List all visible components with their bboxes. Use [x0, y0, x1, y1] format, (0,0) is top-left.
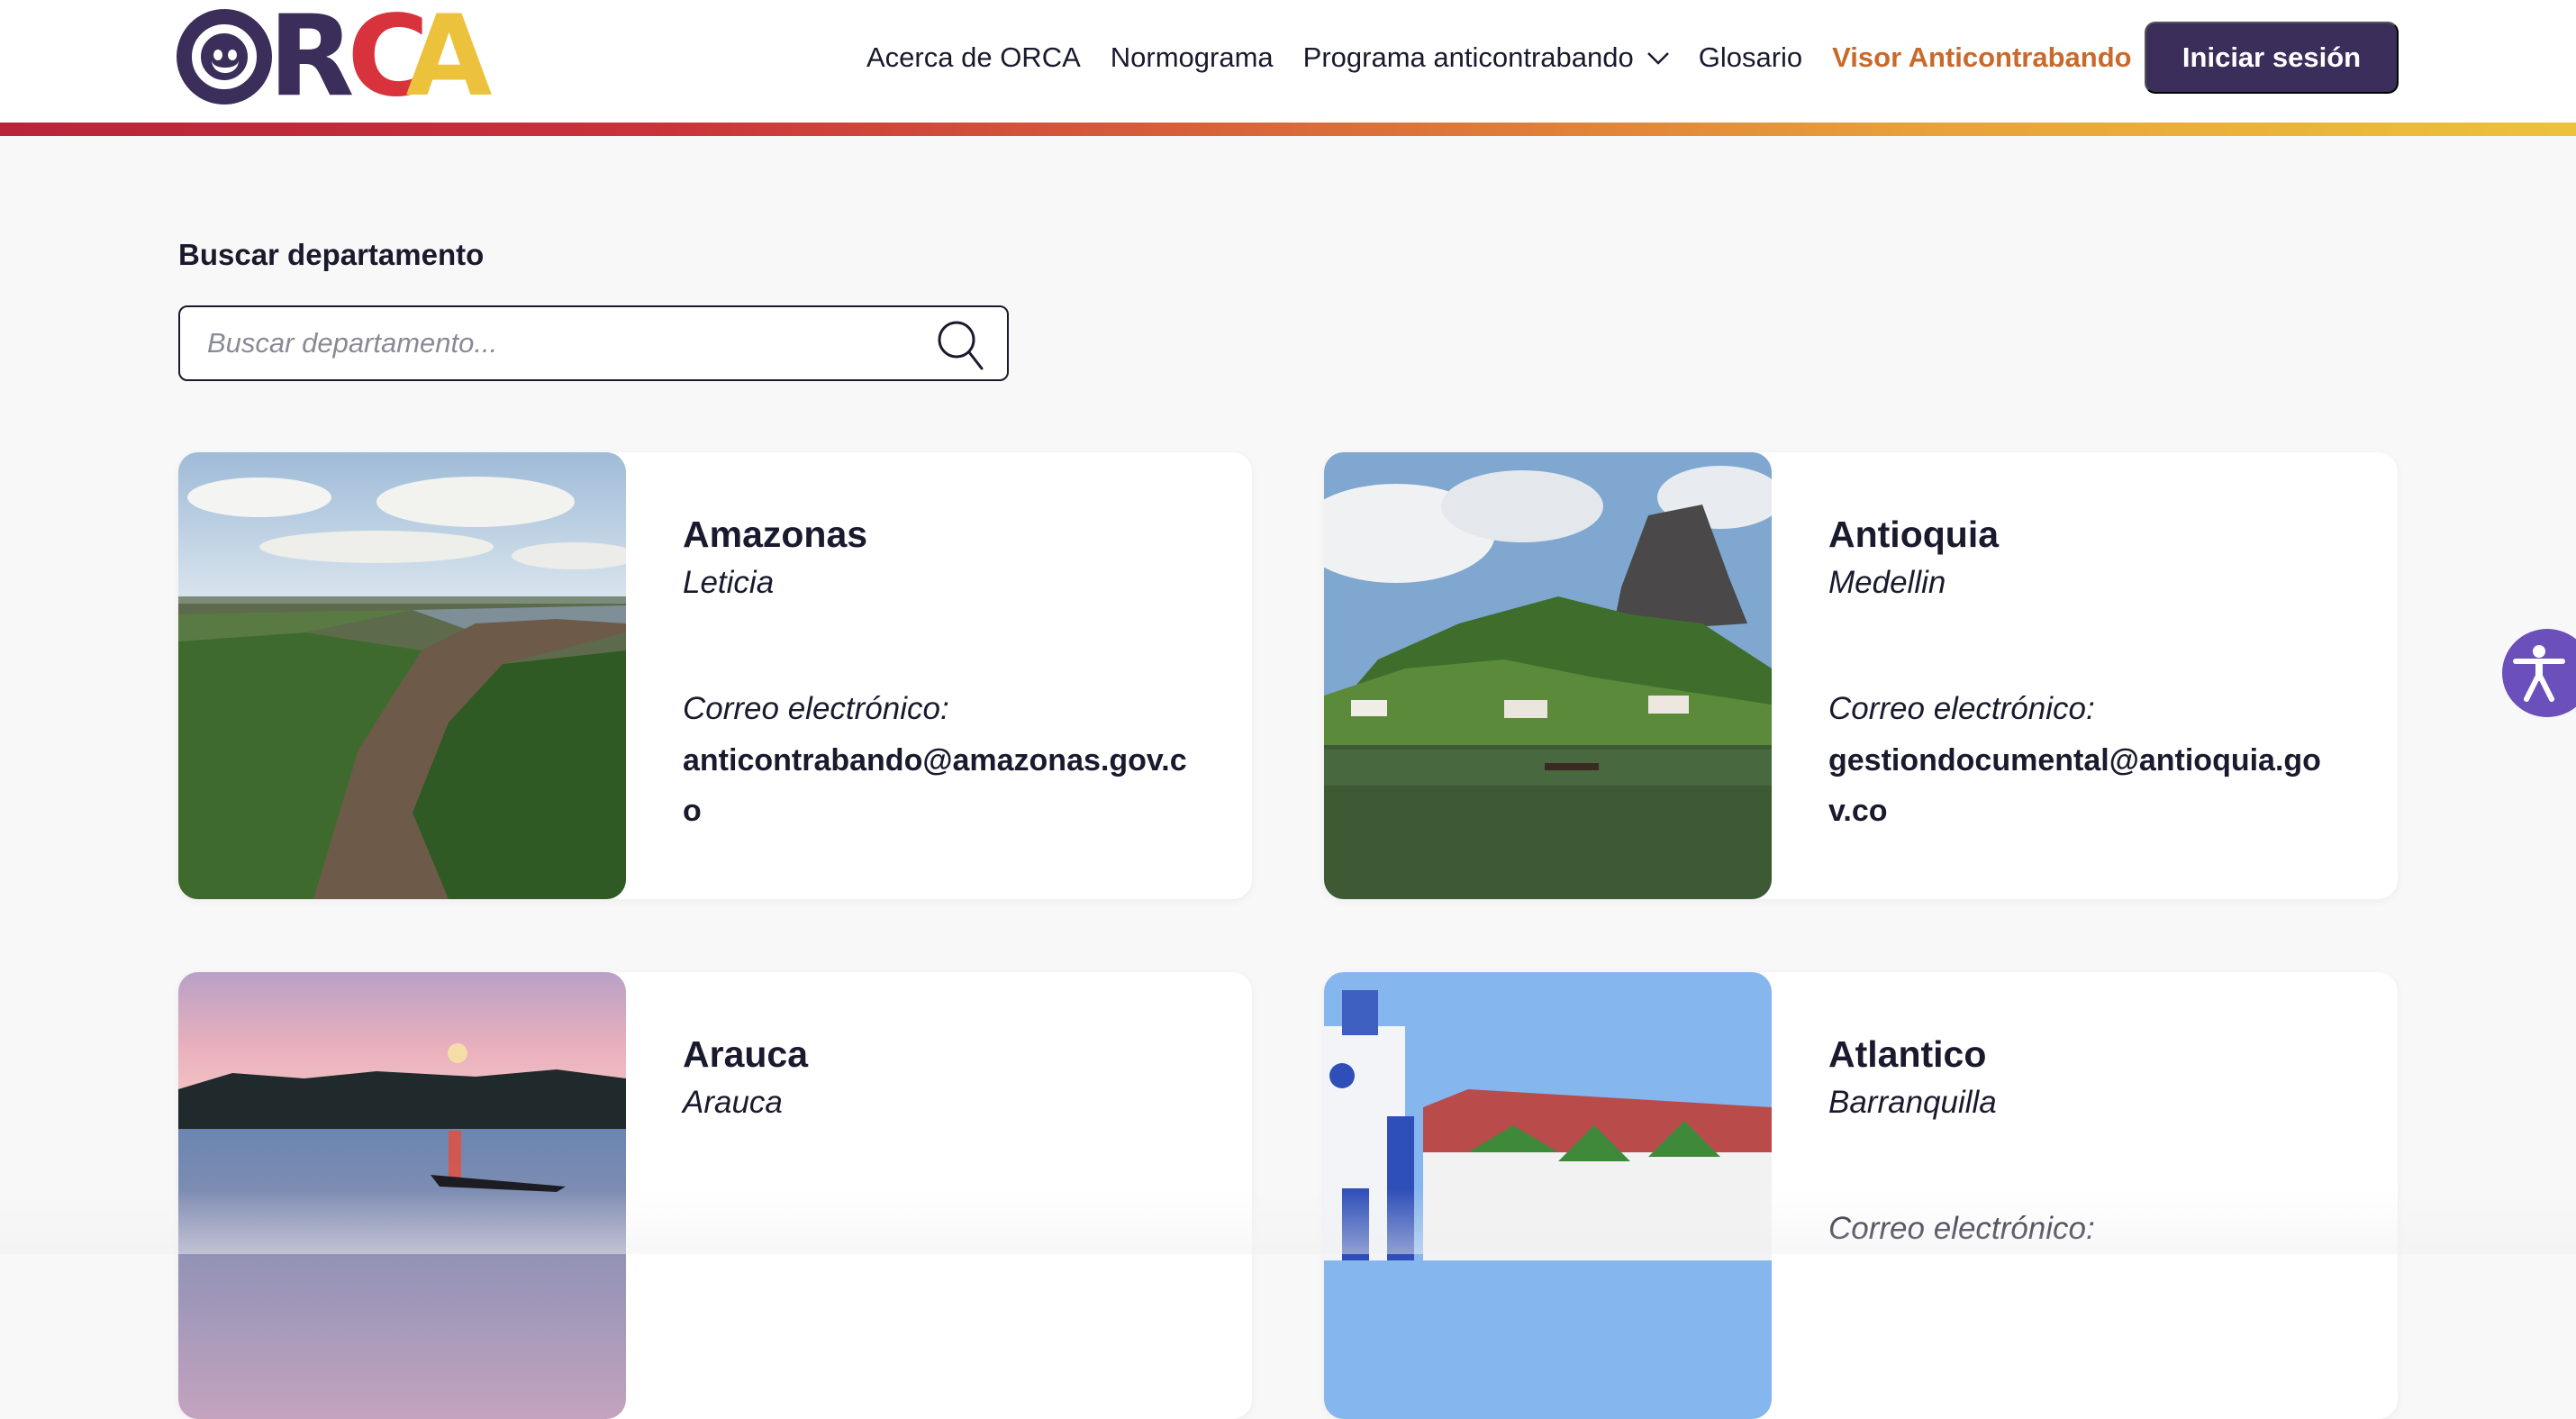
- department-email[interactable]: gestiondocumental@antioquia.gov.co: [1828, 735, 2342, 836]
- department-image: [1324, 972, 1772, 1419]
- nav-visor-anticontrabando[interactable]: Visor Anticontrabando: [1832, 41, 2167, 74]
- department-info: Antioquia Medellin Correo electrónico: g…: [1828, 512, 2360, 836]
- email-label: Correo electrónico:: [683, 691, 949, 726]
- site-header: RCA Acerca de ORCA Normograma Programa a…: [0, 0, 2576, 124]
- department-name: Arauca: [683, 1033, 809, 1075]
- accessibility-icon: [2513, 645, 2565, 702]
- department-card-amazonas[interactable]: Amazonas Leticia Correo electrónico: ant…: [178, 452, 1252, 899]
- orca-logo[interactable]: RCA: [177, 0, 519, 122]
- chevron-down-icon: [1646, 52, 1669, 65]
- department-capital: Barranquilla: [1828, 1085, 1997, 1120]
- department-info: Arauca Arauca: [683, 1032, 1214, 1125]
- nav-normograma[interactable]: Normograma: [1111, 41, 1274, 74]
- nav-programa-anticontrabando[interactable]: Programa anticontrabando: [1303, 41, 1670, 74]
- department-image: [1324, 452, 1772, 899]
- department-image: [178, 972, 626, 1419]
- department-name: Atlantico: [1828, 1033, 1987, 1075]
- brand-stripe: [0, 123, 2576, 136]
- department-capital: Leticia: [683, 565, 775, 600]
- search-label: Buscar departamento: [178, 238, 485, 271]
- nav-acerca-de-orca[interactable]: Acerca de ORCA: [866, 41, 1081, 74]
- main-nav: Acerca de ORCA Normograma Programa antic…: [866, 27, 2168, 88]
- department-capital: Medellin: [1828, 565, 1946, 600]
- department-capital: Arauca: [683, 1085, 783, 1120]
- department-name: Antioquia: [1828, 514, 2000, 555]
- search-input[interactable]: [207, 307, 910, 379]
- orca-logo-mark: [177, 9, 272, 105]
- department-card-atlantico[interactable]: Atlantico Barranquilla Correo electrónic…: [1324, 972, 2398, 1419]
- department-email[interactable]: anticontrabando@amazonas.gov.co: [683, 735, 1196, 836]
- accessibility-button[interactable]: [2502, 629, 2576, 717]
- orca-logo-wordmark: RCA: [268, 0, 492, 122]
- nav-label: Normograma: [1110, 41, 1274, 73]
- department-card-antioquia[interactable]: Antioquia Medellin Correo electrónico: g…: [1324, 452, 2398, 899]
- nav-label: Visor Anticontrabando: [1832, 41, 2132, 73]
- nav-label: Glosario: [1698, 41, 1803, 73]
- nav-glosario[interactable]: Glosario: [1699, 41, 1802, 74]
- department-name: Amazonas: [683, 514, 868, 555]
- email-label: Correo electrónico:: [1828, 1211, 2095, 1246]
- email-label: Correo electrónico:: [1828, 691, 2095, 726]
- department-info: Atlantico Barranquilla Correo electrónic…: [1828, 1032, 2360, 1251]
- nav-label: Acerca de ORCA: [866, 41, 1081, 73]
- login-button[interactable]: Iniciar sesión: [2145, 22, 2399, 94]
- search-icon[interactable]: [935, 318, 985, 372]
- department-card-arauca[interactable]: Arauca Arauca: [178, 972, 1252, 1419]
- department-info: Amazonas Leticia Correo electrónico: ant…: [683, 512, 1214, 836]
- department-image: [178, 452, 626, 899]
- search-box: [178, 305, 1009, 381]
- nav-label: Programa anticontrabando: [1302, 41, 1634, 73]
